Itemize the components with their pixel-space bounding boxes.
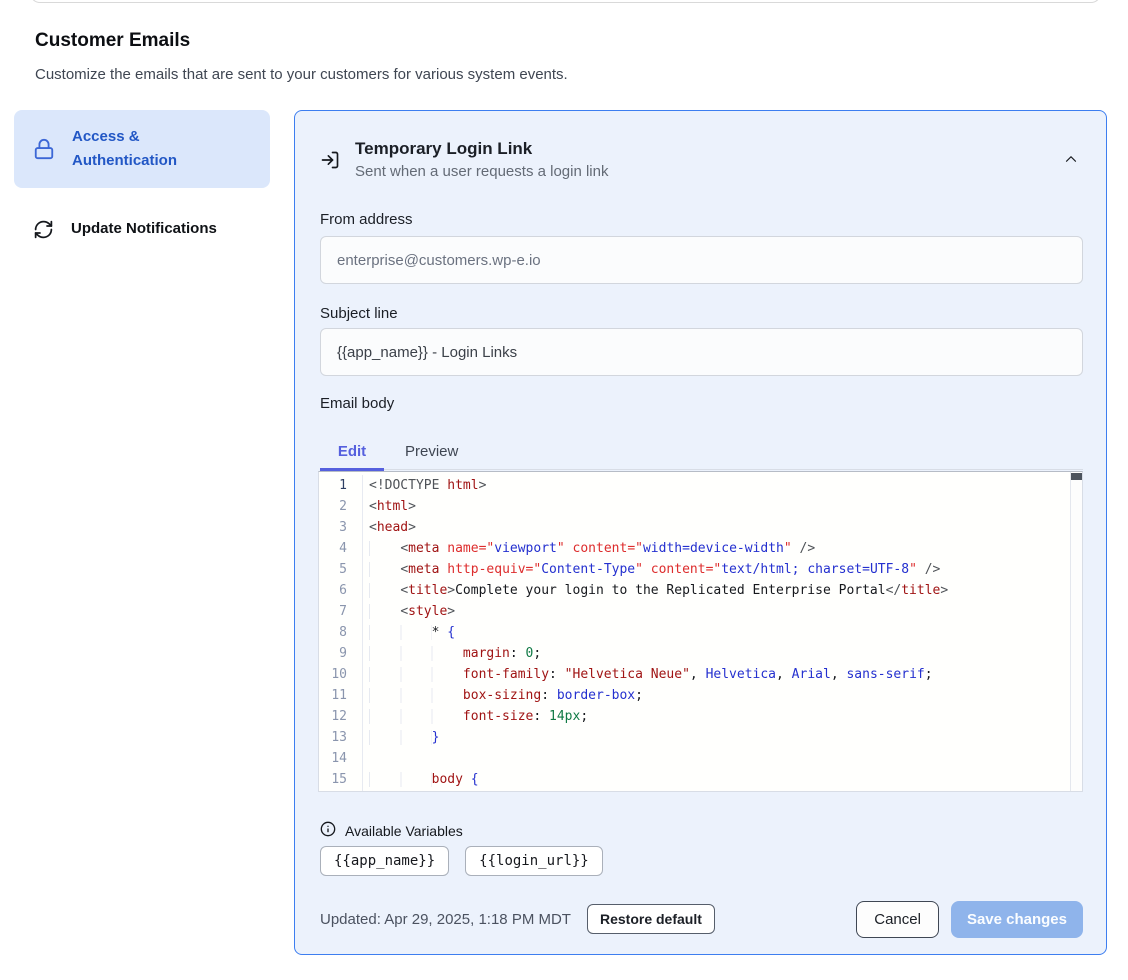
- updated-timestamp: Updated: Apr 29, 2025, 1:18 PM MDT: [320, 911, 571, 928]
- panel-subtitle: Sent when a user requests a login link: [355, 161, 608, 183]
- variable-chips: {{app_name}} {{login_url}}: [320, 846, 603, 876]
- sidebar-item-access-authentication[interactable]: Access & Authentication: [14, 110, 270, 188]
- page-description: Customize the emails that are sent to yo…: [35, 66, 568, 83]
- login-icon: [320, 150, 340, 170]
- code-line: 5 <meta http-equiv="Content-Type" conten…: [319, 559, 1070, 580]
- sidebar-item-update-notifications[interactable]: Update Notifications: [14, 205, 270, 253]
- code-line: 10 font-family: "Helvetica Neue", Helvet…: [319, 664, 1070, 685]
- code-line: 14: [319, 748, 1070, 769]
- subject-line-input[interactable]: [320, 328, 1083, 376]
- code-line: 9 margin: 0;: [319, 643, 1070, 664]
- code-line: 1<!DOCTYPE html>: [319, 475, 1070, 496]
- tab-preview[interactable]: Preview: [405, 433, 458, 469]
- code-line: 13 }: [319, 727, 1070, 748]
- refresh-icon: [33, 219, 54, 240]
- cancel-button[interactable]: Cancel: [856, 901, 939, 938]
- code-line: 2<html>: [319, 496, 1070, 517]
- chevron-up-icon: [1062, 156, 1080, 171]
- email-body-label: Email body: [320, 395, 394, 412]
- code-line: 4 <meta name="viewport" content="width=d…: [319, 538, 1070, 559]
- available-variables-header: Available Variables: [320, 821, 463, 840]
- panel-footer: Updated: Apr 29, 2025, 1:18 PM MDT Resto…: [320, 900, 1083, 938]
- editor-scrollbar: [1070, 472, 1082, 791]
- page-title: Customer Emails: [35, 30, 190, 52]
- code-editor[interactable]: 1<!DOCTYPE html>2<html>3<head>4 <meta na…: [318, 471, 1083, 792]
- code-line: 3<head>: [319, 517, 1070, 538]
- save-changes-button[interactable]: Save changes: [951, 901, 1083, 938]
- restore-default-button[interactable]: Restore default: [587, 904, 715, 934]
- editor-scrollbar-thumb[interactable]: [1071, 473, 1082, 480]
- subject-line-label: Subject line: [320, 305, 398, 322]
- code-line: 11 box-sizing: border-box;: [319, 685, 1070, 706]
- info-icon: [320, 821, 336, 840]
- tab-edit[interactable]: Edit: [320, 433, 384, 469]
- sidebar-item-label: Update Notifications: [71, 217, 217, 241]
- panel-title: Temporary Login Link: [355, 137, 608, 161]
- temporary-login-link-panel: Temporary Login Link Sent when a user re…: [294, 110, 1107, 955]
- variable-chip-app-name[interactable]: {{app_name}}: [320, 846, 449, 876]
- from-address-input[interactable]: [320, 236, 1083, 284]
- code-line: 8 * {: [319, 622, 1070, 643]
- variable-chip-login-url[interactable]: {{login_url}}: [465, 846, 603, 876]
- previous-card-bottom-edge: [30, 0, 1101, 3]
- email-body-tabs: Edit Preview: [320, 433, 1083, 470]
- code-lines: 1<!DOCTYPE html>2<html>3<head>4 <meta na…: [319, 472, 1070, 791]
- lock-icon: [33, 138, 55, 160]
- code-line: 15 body {: [319, 769, 1070, 790]
- code-line: 12 font-size: 14px;: [319, 706, 1070, 727]
- code-line: 6 <title>Complete your login to the Repl…: [319, 580, 1070, 601]
- available-variables-label: Available Variables: [345, 823, 463, 839]
- code-line: 7 <style>: [319, 601, 1070, 622]
- panel-header: Temporary Login Link Sent when a user re…: [320, 137, 1082, 183]
- collapse-panel-button[interactable]: [1060, 148, 1082, 173]
- from-address-label: From address: [320, 211, 413, 228]
- code-line: 16 background-color: #ffffff;: [319, 790, 1070, 791]
- sidebar-item-label: Access & Authentication: [72, 125, 242, 173]
